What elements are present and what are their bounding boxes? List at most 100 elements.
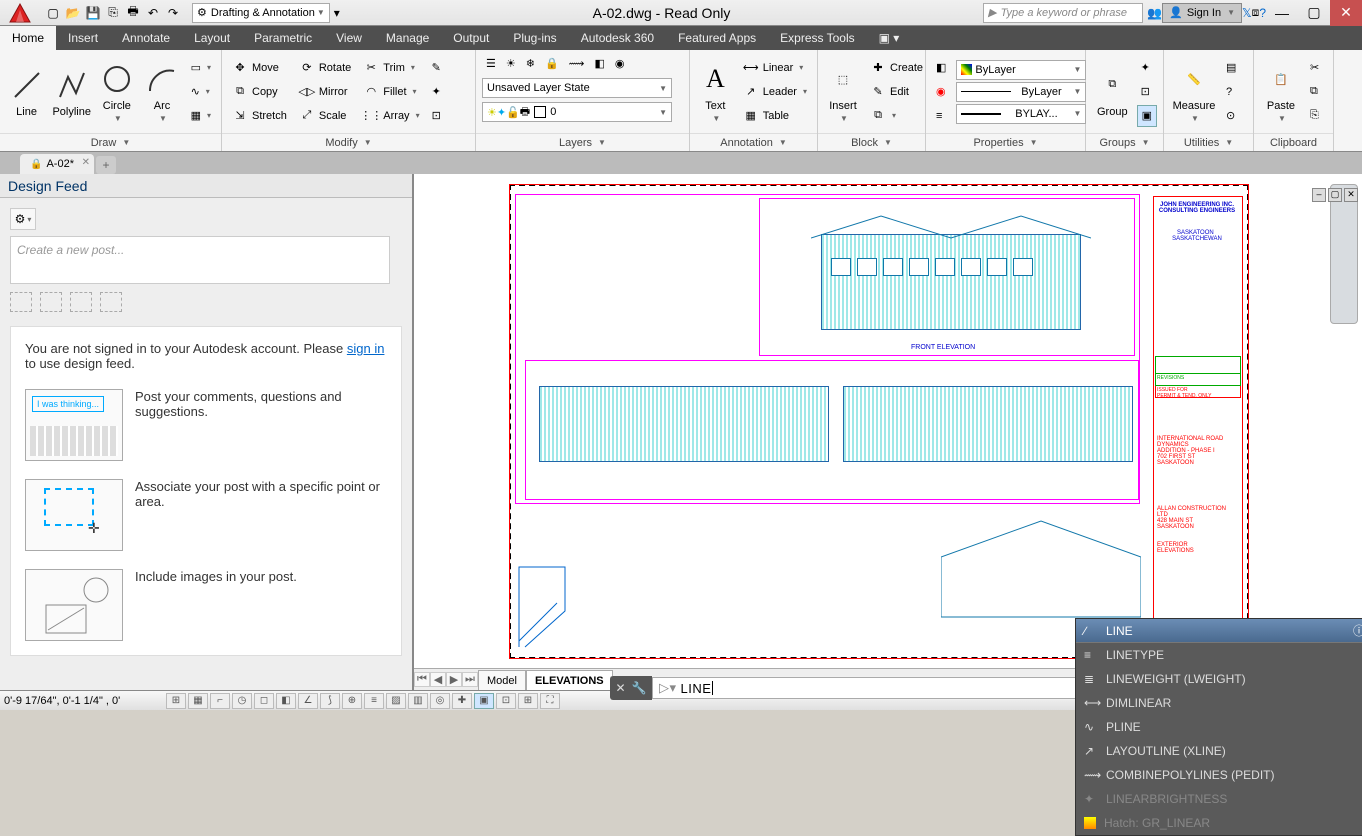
move-button[interactable]: ✥Move — [228, 57, 291, 79]
panel-annotation-title[interactable]: Annotation▼ — [690, 133, 817, 151]
grid-display-icon[interactable]: ▦ — [188, 693, 208, 709]
selcycl-icon[interactable]: ◎ — [430, 693, 450, 709]
layeriso-icon[interactable]: ☀ — [502, 52, 520, 74]
cmdline-config-icon[interactable]: 🔧 — [632, 681, 647, 695]
spline-icon[interactable]: ∿▾ — [187, 81, 215, 103]
infocenter-icon[interactable]: 👥 — [1147, 6, 1162, 20]
array-button[interactable]: ⋮⋮Array▾ — [359, 105, 423, 127]
attach-pin-icon[interactable] — [40, 292, 62, 312]
scale-button[interactable]: ⤢Scale — [295, 105, 355, 127]
layeron-icon[interactable]: ◉ — [611, 52, 629, 74]
lineweight-icon[interactable]: ≡ — [364, 693, 384, 709]
polar-icon[interactable]: ◷ — [232, 693, 252, 709]
new-post-input[interactable]: Create a new post... — [10, 236, 390, 284]
leader-button[interactable]: ↗Leader▾ — [739, 81, 811, 103]
explode-icon[interactable]: ✦ — [428, 81, 445, 103]
save-icon[interactable]: 💾 — [84, 4, 102, 22]
layout-first-icon[interactable]: ⏮ — [414, 672, 430, 687]
layerlock-icon[interactable]: 🔒 — [541, 52, 563, 74]
layout-last-icon[interactable]: ⏭ — [462, 672, 478, 687]
group-button[interactable]: ⧉Group — [1092, 54, 1133, 130]
layout-prev-icon[interactable]: ◀ — [430, 672, 446, 687]
panel-utilities-title[interactable]: Utilities▼ — [1164, 133, 1253, 151]
fillet-button[interactable]: ◠Fillet▾ — [359, 81, 423, 103]
plot-icon[interactable]: 🖶 — [124, 4, 142, 22]
maximize-button[interactable]: ▢ — [1298, 0, 1330, 26]
navigation-bar[interactable] — [1330, 184, 1358, 324]
ac-item[interactable]: ✦LINEARBRIGHTNESS — [1076, 787, 1362, 811]
tab-plugins[interactable]: Plug-ins — [501, 26, 568, 50]
quickview-icon[interactable]: ⊡ — [496, 693, 516, 709]
panel-properties-title[interactable]: Properties▼ — [926, 133, 1085, 151]
close-button[interactable]: ✕ — [1330, 0, 1362, 26]
cmdline-close-icon[interactable]: ✕ — [615, 681, 625, 695]
paste-button[interactable]: 📋Paste▼ — [1260, 54, 1302, 130]
insert-button[interactable]: ⬚Insert▼ — [824, 54, 862, 130]
layer-state-selector[interactable]: Unsaved Layer State▼ — [482, 78, 672, 98]
arc-button[interactable]: Arc▼ — [141, 54, 182, 130]
drawing-canvas[interactable]: – ▢ ✕ JOHN ENGINEERING INC.CONSULTING EN… — [414, 174, 1362, 690]
layout-model[interactable]: Model — [478, 670, 526, 690]
layout-next-icon[interactable]: ▶ — [446, 672, 462, 687]
pastecb-icon[interactable]: ⎘ — [1306, 105, 1323, 127]
snap-grid-icon[interactable]: ⊞ — [166, 693, 186, 709]
coordinates[interactable]: 0'-9 17/64", 0'-1 1/4" , 0' — [4, 695, 164, 707]
ac-item[interactable]: ≡LINETYPE — [1076, 643, 1362, 667]
modelspace-button[interactable]: ▣ — [474, 693, 494, 709]
panel-groups-title[interactable]: Groups▼ — [1086, 133, 1163, 151]
vp-close-icon[interactable]: ✕ — [1344, 188, 1358, 202]
layerprops-icon[interactable]: ☰ — [482, 52, 500, 74]
layer-current-selector[interactable]: ☀✦🔓🖶 0▼ — [482, 102, 672, 122]
point-icon[interactable]: ⊙ — [1222, 105, 1240, 127]
osnap-icon[interactable]: ◻ — [254, 693, 274, 709]
tab-view[interactable]: View — [324, 26, 374, 50]
panel-draw-title[interactable]: Draw▼ — [0, 133, 221, 151]
attach-area-icon[interactable] — [10, 292, 32, 312]
tab-home[interactable]: Home — [0, 26, 56, 50]
attach-person-icon[interactable] — [70, 292, 92, 312]
redo-icon[interactable]: ↷ — [164, 4, 182, 22]
quickview2-icon[interactable]: ⊞ — [518, 693, 538, 709]
dynucs-icon[interactable]: ⟆ — [320, 693, 340, 709]
app-logo[interactable] — [0, 0, 40, 26]
close-tab-icon[interactable]: ✕ — [82, 157, 90, 168]
annomonitor-icon[interactable]: ✚ — [452, 693, 472, 709]
ac-item[interactable]: Hatch: GR_LINEAR — [1076, 811, 1362, 835]
line-button[interactable]: Line — [6, 54, 47, 130]
selectall-icon[interactable]: ▤ — [1222, 57, 1240, 79]
list-icon[interactable]: ≡ — [932, 105, 950, 127]
attach-image-icon[interactable] — [100, 292, 122, 312]
tab-manage[interactable]: Manage — [374, 26, 441, 50]
minimize-button[interactable]: — — [1266, 0, 1298, 26]
copycb-icon[interactable]: ⧉ — [1306, 81, 1323, 103]
ac-help-icon[interactable]: ⓘ — [1353, 622, 1362, 639]
match-icon[interactable]: ◧ — [932, 57, 950, 79]
add-tab-button[interactable]: + — [96, 156, 116, 174]
ac-item[interactable]: ∕LINE ⓘ🌐 — [1076, 619, 1362, 643]
help-icon[interactable]: ? — [1259, 6, 1266, 20]
panel-modify-title[interactable]: Modify▼ — [222, 133, 475, 151]
signin-button[interactable]: 👤 Sign In ▼ — [1162, 3, 1242, 23]
circle-button[interactable]: Circle▼ — [96, 54, 137, 130]
tab-output[interactable]: Output — [441, 26, 501, 50]
panel-layers-title[interactable]: Layers▼ — [476, 133, 689, 151]
layercolor-icon[interactable]: ◧ — [590, 52, 608, 74]
layermatch-icon[interactable]: ⟿ — [565, 52, 589, 74]
tab-featured[interactable]: Featured Apps — [666, 26, 768, 50]
signin-link[interactable]: sign in — [347, 341, 385, 356]
tab-express[interactable]: Express Tools — [768, 26, 866, 50]
saveas-icon[interactable]: ⎘ — [104, 4, 122, 22]
hatch-icon[interactable]: ▦▾ — [187, 105, 215, 127]
panel-block-title[interactable]: Block▼ — [818, 133, 925, 151]
measure-button[interactable]: 📏Measure▼ — [1170, 54, 1218, 130]
text-button[interactable]: AText▼ — [696, 54, 735, 130]
new-icon[interactable]: ▢ — [44, 4, 62, 22]
groupbb-icon[interactable]: ▣ — [1137, 105, 1157, 127]
lineweight-selector[interactable]: BYLAY...▼ — [956, 104, 1086, 124]
tab-parametric[interactable]: Parametric — [242, 26, 324, 50]
quickcalc-icon[interactable]: ? — [1222, 81, 1240, 103]
edit-button[interactable]: ✎Edit — [866, 81, 927, 103]
tab-autodesk360[interactable]: Autodesk 360 — [569, 26, 666, 50]
color-selector[interactable]: ByLayer▼ — [956, 60, 1086, 80]
stretch-button[interactable]: ⇲Stretch — [228, 105, 291, 127]
